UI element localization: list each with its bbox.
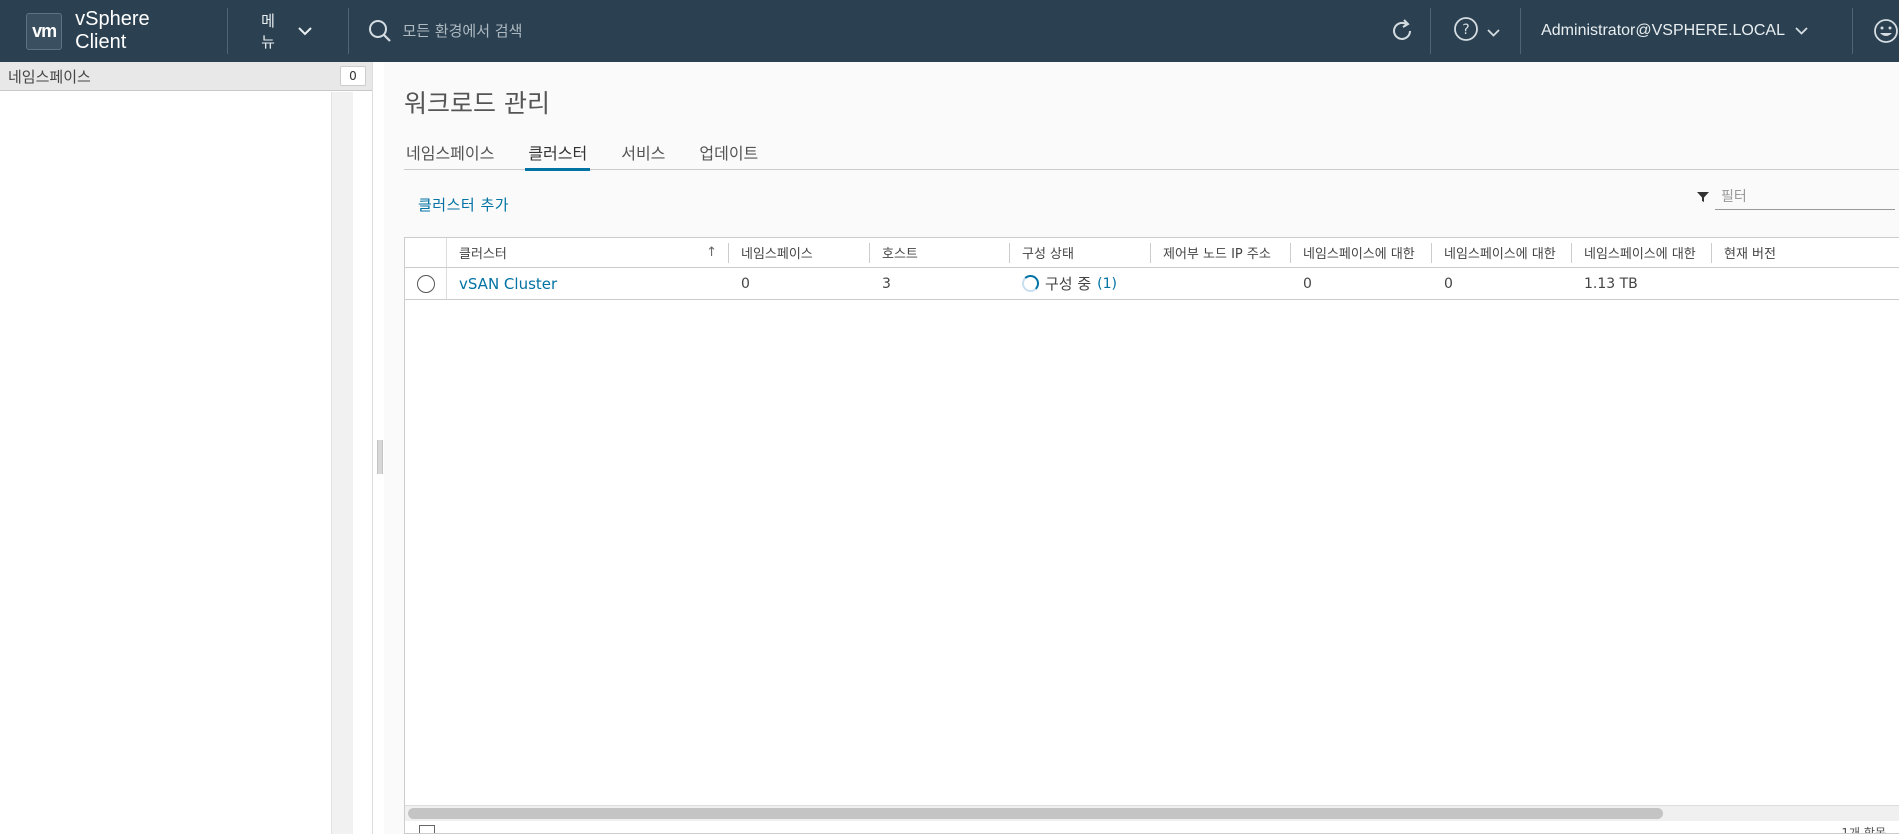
row-radio-button[interactable]: [416, 274, 435, 293]
cell-namespaces: 0: [741, 275, 750, 292]
filter-icon: [1695, 191, 1711, 203]
namespace-tree-panel: 네임스페이스 0: [0, 62, 373, 834]
help-icon: ?: [1453, 16, 1479, 46]
grid-horizontal-scrollbar[interactable]: [405, 805, 1899, 821]
user-menu[interactable]: Administrator@VSPHERE.LOCAL: [1521, 22, 1852, 40]
filter-box: [1695, 184, 1895, 210]
namespace-tree-scrollbar[interactable]: [331, 92, 353, 834]
chevron-down-icon: [1487, 22, 1500, 41]
cell-config-status: 구성 중 (1): [1010, 268, 1151, 299]
grid-header-row: 클러스터 ↑ 네임스페이스 호스트 구성 상태 제어부 노드 IP 주소 네임스…: [405, 238, 1899, 268]
namespace-tree-header: 네임스페이스 0: [0, 62, 372, 91]
sort-ascending-icon[interactable]: ↑: [706, 245, 717, 260]
search-icon: [368, 19, 392, 43]
column-toggle-icon[interactable]: [419, 825, 435, 833]
cluster-link[interactable]: vSAN Cluster: [459, 275, 557, 293]
cell-ns-a: 0: [1303, 275, 1312, 292]
chevron-down-icon: [297, 22, 312, 40]
column-header-ns-a[interactable]: 네임스페이스에 대한: [1291, 238, 1432, 267]
cell-control-plane-ip: [1151, 268, 1291, 299]
tab-services[interactable]: 서비스: [619, 136, 667, 170]
add-cluster-button[interactable]: 클러스터 추가: [418, 194, 509, 215]
page-title: 워크로드 관리: [404, 89, 550, 118]
namespace-count-badge: 0: [340, 66, 366, 86]
tab-namespaces[interactable]: 네임스페이스: [404, 136, 496, 170]
user-label: Administrator@VSPHERE.LOCAL: [1541, 22, 1785, 39]
column-header-control-plane-ip[interactable]: 제어부 노드 IP 주소: [1151, 238, 1291, 267]
help-menu[interactable]: ?: [1431, 16, 1520, 46]
vmware-logo[interactable]: vm: [26, 12, 63, 50]
config-status-text: 구성 중: [1045, 275, 1092, 293]
global-search[interactable]: [348, 19, 1373, 43]
config-status-count-link[interactable]: (1): [1097, 276, 1117, 292]
column-header-hosts[interactable]: 호스트: [870, 238, 1010, 267]
svg-text:?: ?: [1462, 22, 1469, 38]
cell-hosts: 3: [882, 275, 891, 292]
filter-input[interactable]: [1715, 184, 1895, 210]
namespace-tree-title: 네임스페이스: [8, 67, 91, 86]
column-header-label: 클러스터: [459, 247, 507, 262]
cell-ns-c: 1.13 TB: [1584, 275, 1638, 292]
select-column-header: [405, 238, 447, 267]
spinner-icon: [1022, 275, 1039, 292]
menu-label: 메뉴: [261, 12, 275, 51]
menu-button[interactable]: 메뉴: [228, 10, 347, 52]
global-search-input[interactable]: [402, 22, 923, 40]
chevron-down-icon: [1795, 22, 1808, 40]
tab-clusters[interactable]: 클러스터: [525, 136, 591, 171]
app-title[interactable]: vSphere Client: [75, 8, 203, 54]
cell-current-version: [1712, 268, 1872, 299]
refresh-icon[interactable]: [1374, 18, 1431, 44]
column-header-ns-c[interactable]: 네임스페이스에 대한: [1572, 238, 1712, 267]
column-header-current-version[interactable]: 현재 버전: [1712, 238, 1872, 267]
grid-scroll-thumb[interactable]: [408, 808, 1663, 819]
main-content: 워크로드 관리 네임스페이스 클러스터 서비스 업데이트 클러스터 추가 클러스…: [384, 62, 1899, 834]
column-header-ns-b[interactable]: 네임스페이스에 대한: [1432, 238, 1572, 267]
table-row: vSAN Cluster 0 3 구성 중 (1) 0 0 1.13 TB: [405, 268, 1899, 300]
cell-ns-b: 0: [1444, 275, 1453, 292]
grid-footer: 1개 항목: [405, 821, 1899, 833]
cluster-datagrid: 클러스터 ↑ 네임스페이스 호스트 구성 상태 제어부 노드 IP 주소 네임스…: [404, 237, 1899, 834]
cell-cluster: vSAN Cluster: [447, 268, 729, 299]
panel-resize-handle[interactable]: [377, 440, 383, 474]
tab-bar: 네임스페이스 클러스터 서비스 업데이트: [404, 136, 1899, 171]
row-select-cell: [405, 268, 447, 299]
column-header-namespaces[interactable]: 네임스페이스: [729, 238, 870, 267]
top-header: vm vSphere Client 메뉴 ? Administrator@VSP…: [0, 0, 1899, 62]
column-header-cluster[interactable]: 클러스터 ↑: [447, 238, 729, 267]
footer-item-count: 1개 항목: [1841, 826, 1886, 833]
tab-updates[interactable]: 업데이트: [697, 136, 760, 170]
column-header-config-status[interactable]: 구성 상태: [1010, 238, 1151, 267]
user-smile-icon[interactable]: [1853, 18, 1899, 44]
